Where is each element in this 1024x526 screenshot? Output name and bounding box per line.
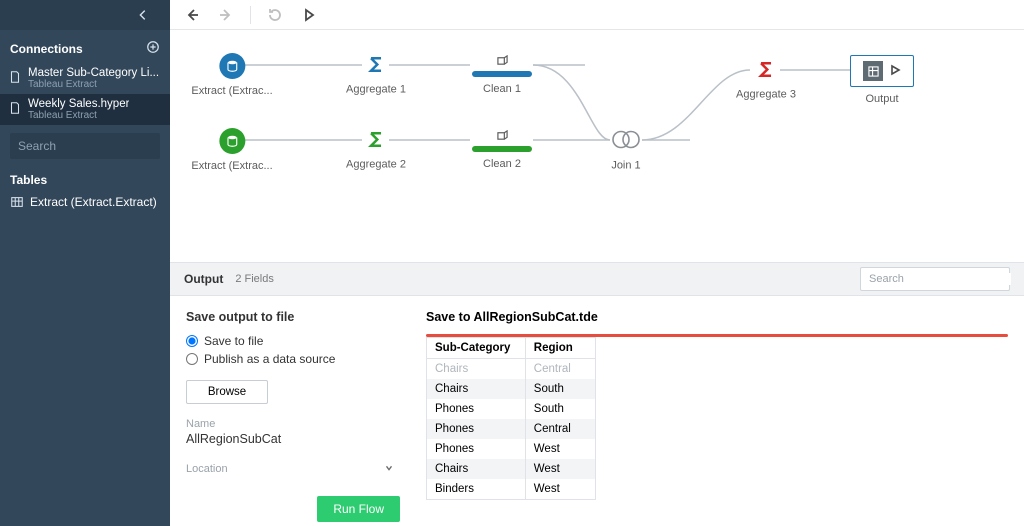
flow-node-clean[interactable]: Clean 1: [472, 55, 532, 95]
output-search-input[interactable]: [869, 273, 1011, 285]
preview-heading: Save to AllRegionSubCat.tde: [426, 310, 1008, 324]
flow-node-aggregate[interactable]: Aggregate 3: [736, 60, 796, 101]
clean-icon: [497, 55, 508, 69]
separator: [250, 6, 251, 24]
flow-node-join[interactable]: Join 1: [611, 129, 641, 172]
flow-node-aggregate[interactable]: Aggregate 1: [346, 55, 406, 96]
save-heading: Save output to file: [186, 310, 394, 324]
table-row[interactable]: ChairsSouth: [427, 379, 595, 399]
run-flow-button[interactable]: Run Flow: [317, 496, 400, 522]
flow-node-output[interactable]: Output: [850, 55, 914, 105]
sidebar-collapse-button[interactable]: [0, 0, 170, 30]
sigma-icon: [366, 55, 386, 78]
table-name: Extract (Extract.Extract): [30, 195, 157, 209]
output-title: Output: [184, 272, 223, 286]
flow-node-extract[interactable]: Extract (Extrac...: [191, 128, 272, 172]
sidebar-search[interactable]: [10, 133, 160, 159]
table-row[interactable]: PhonesWest: [427, 439, 595, 459]
file-icon: [8, 70, 22, 87]
sigma-icon: [756, 60, 776, 83]
join-icon: [611, 129, 641, 154]
toolbar: [170, 0, 1024, 30]
main: Extract (Extrac... Aggregate 1 Clean 1 E…: [170, 0, 1024, 526]
connection-sub: Tableau Extract: [28, 79, 159, 90]
sigma-icon: [366, 130, 386, 153]
sidebar-search-input[interactable]: [18, 139, 173, 153]
flow-node-extract[interactable]: Extract (Extrac...: [191, 53, 272, 97]
connection-name: Weekly Sales.hyper: [28, 98, 129, 110]
table-row[interactable]: ChairsWest: [427, 459, 595, 479]
table-row[interactable]: PhonesSouth: [427, 399, 595, 419]
table-item[interactable]: Extract (Extract.Extract): [0, 191, 170, 213]
detail-panes: Save output to file Save to file Publish…: [170, 296, 1024, 526]
connection-item[interactable]: Weekly Sales.hyper Tableau Extract: [0, 94, 170, 125]
preview-pane: Save to AllRegionSubCat.tde Sub-Category…: [410, 296, 1024, 526]
connections-heading: Connections: [10, 42, 83, 56]
database-icon: [219, 53, 245, 79]
refresh-button[interactable]: [265, 5, 285, 25]
back-button[interactable]: [182, 5, 202, 25]
output-search[interactable]: [860, 267, 1010, 291]
output-icon: [863, 61, 883, 81]
connection-name: Master Sub-Category Li...: [28, 67, 159, 79]
sidebar: Connections Master Sub-Category Li... Ta…: [0, 0, 170, 526]
output-fields: 2 Fields: [235, 273, 274, 285]
flow-node-clean[interactable]: Clean 2: [472, 130, 532, 170]
play-icon: [889, 64, 901, 79]
name-value: AllRegionSubCat: [186, 432, 394, 446]
database-icon: [219, 128, 245, 154]
table-row[interactable]: PhonesCentral: [427, 419, 595, 439]
forward-button: [216, 5, 236, 25]
browse-button[interactable]: Browse: [186, 380, 268, 404]
radio-publish[interactable]: Publish as a data source: [186, 352, 394, 366]
connection-item[interactable]: Master Sub-Category Li... Tableau Extrac…: [0, 63, 170, 94]
connection-sub: Tableau Extract: [28, 110, 129, 121]
preview-table: Sub-Category Region ChairsCentralChairsS…: [426, 337, 596, 500]
add-connection-button[interactable]: [146, 40, 160, 57]
radio-save-file[interactable]: Save to file: [186, 334, 394, 348]
table-row[interactable]: BindersWest: [427, 479, 595, 499]
tables-heading: Tables: [0, 163, 170, 191]
name-label: Name: [186, 418, 394, 430]
flow-node-aggregate[interactable]: Aggregate 2: [346, 130, 406, 171]
save-pane: Save output to file Save to file Publish…: [170, 296, 410, 526]
chevron-down-icon[interactable]: [384, 462, 394, 476]
output-bar: Output 2 Fields: [170, 262, 1024, 296]
col-header: Region: [526, 338, 595, 359]
run-button[interactable]: [299, 5, 319, 25]
clean-icon: [497, 130, 508, 144]
file-icon: [8, 101, 22, 118]
table-row[interactable]: ChairsCentral: [427, 359, 595, 379]
flow-canvas[interactable]: Extract (Extrac... Aggregate 1 Clean 1 E…: [170, 30, 1024, 262]
location-label: Location: [186, 463, 228, 475]
col-header: Sub-Category: [427, 338, 526, 359]
